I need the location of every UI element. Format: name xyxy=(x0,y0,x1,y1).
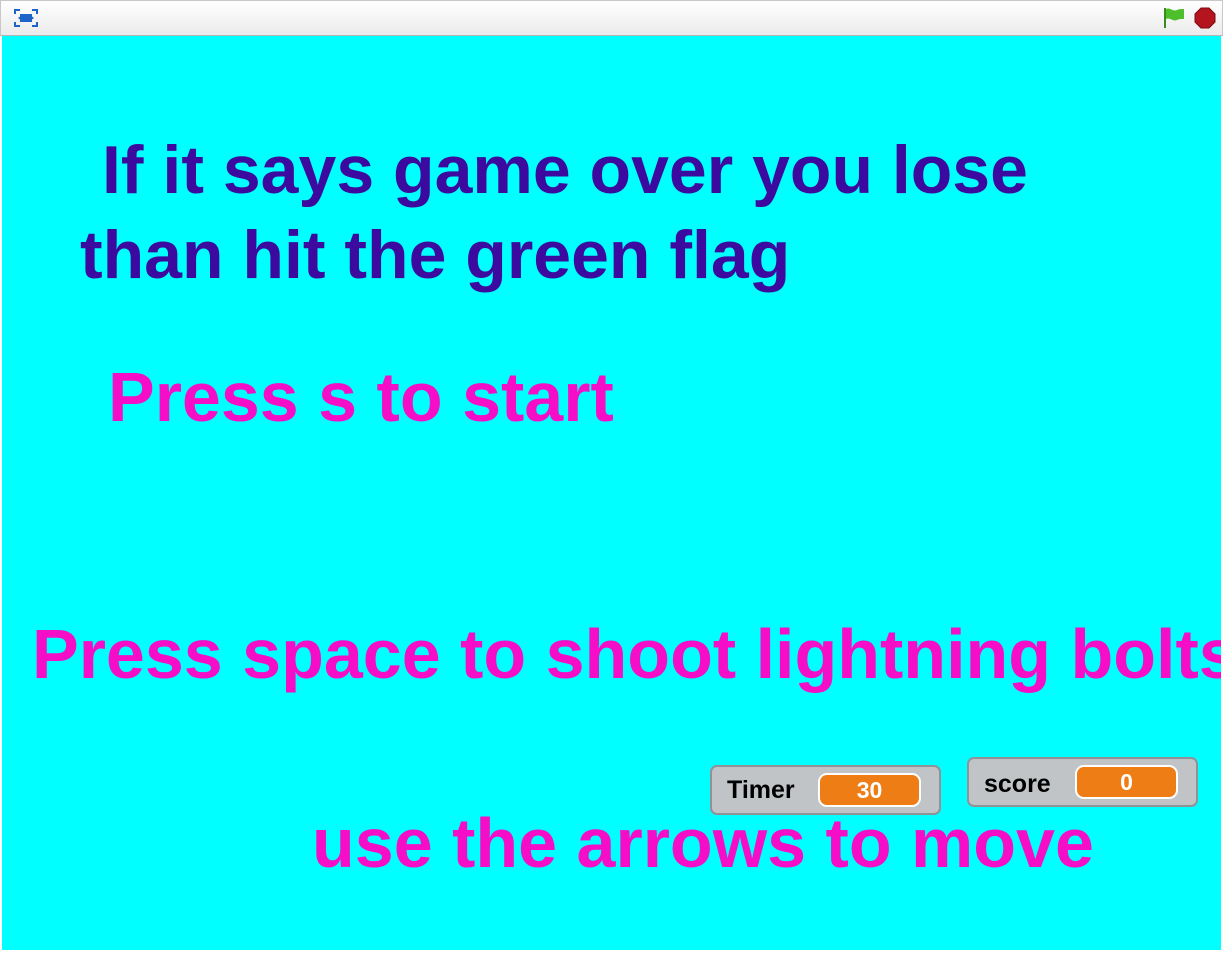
stop-sign-icon[interactable] xyxy=(1192,6,1218,30)
game-over-instruction-line-2: than hit the green flag xyxy=(80,217,791,293)
player-toolbar xyxy=(0,0,1223,36)
project-player: If it says game over you lose than hit t… xyxy=(0,0,1223,954)
timer-monitor-value: 30 xyxy=(818,773,921,807)
score-variable-monitor[interactable]: score 0 xyxy=(967,757,1198,807)
move-instruction: use the arrows to move xyxy=(312,804,1094,882)
fullscreen-icon[interactable] xyxy=(11,6,41,30)
start-instruction: Press s to start xyxy=(108,358,614,436)
game-stage[interactable]: If it says game over you lose than hit t… xyxy=(2,36,1221,950)
score-monitor-label: score xyxy=(984,770,1051,798)
green-flag-icon[interactable] xyxy=(1161,6,1187,30)
score-monitor-value: 0 xyxy=(1075,765,1178,799)
shoot-instruction: Press space to shoot lightning bolts xyxy=(32,615,1221,693)
game-over-instruction-line-1: If it says game over you lose xyxy=(102,132,1028,208)
timer-monitor-label: Timer xyxy=(727,776,795,804)
